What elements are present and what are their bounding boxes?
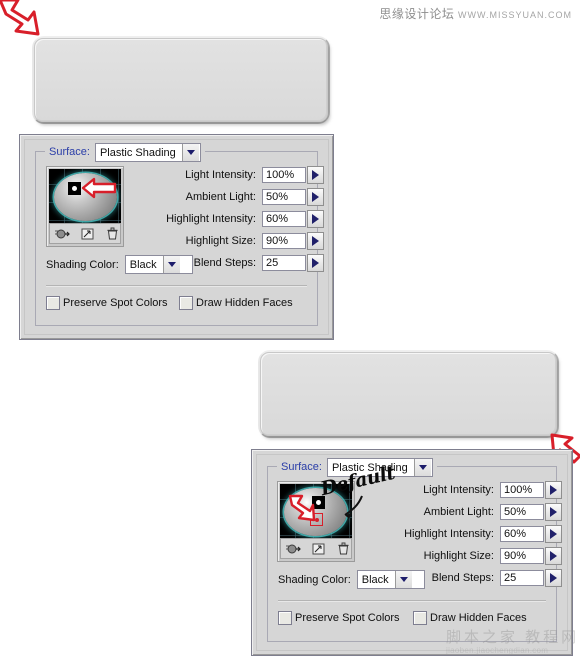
chevron-down-icon[interactable] xyxy=(413,458,431,476)
pointer-arrow-down-right-icon xyxy=(0,0,40,36)
field-label: Blend Steps: xyxy=(193,257,256,269)
watermark-top: 思缘设计论坛 WWW.MISSYUAN.COM xyxy=(379,5,572,22)
ambient-light-input[interactable]: 50% xyxy=(262,189,306,205)
surface-label-1: Surface: xyxy=(49,146,90,158)
highlight-intensity-stepper[interactable] xyxy=(307,210,324,228)
preserve-spot-colors-row-2[interactable]: Preserve Spot Colors xyxy=(278,611,400,625)
blend-steps-stepper[interactable] xyxy=(307,254,324,272)
new-light-icon[interactable] xyxy=(312,542,326,556)
panel-inner-2: Surface: Plastic Shading Light Intensity… xyxy=(256,454,568,651)
field-row[interactable]: Highlight Intensity: 60% xyxy=(365,525,562,543)
preview-toolbar-1[interactable] xyxy=(49,223,121,244)
shading-color-value-2: Black xyxy=(361,574,389,586)
surface-dialog-panel-2: Surface: Plastic Shading Light Intensity… xyxy=(251,449,573,656)
field-row[interactable]: Highlight Size: 90% xyxy=(365,547,562,565)
ambient-light-input[interactable]: 50% xyxy=(500,504,544,520)
shading-color-dropdown-2[interactable]: Black xyxy=(356,570,425,589)
field-label: Highlight Intensity: xyxy=(166,213,256,225)
light-intensity-stepper[interactable] xyxy=(307,166,324,184)
section-divider-1 xyxy=(46,285,307,286)
highlight-size-stepper[interactable] xyxy=(307,232,324,250)
surface-dialog-panel-1: Surface: Plastic Shading Light Intensity… xyxy=(19,134,334,340)
shading-color-label: Shading Color: xyxy=(278,573,351,586)
blend-steps-stepper[interactable] xyxy=(545,569,562,587)
new-light-direction-icon[interactable] xyxy=(286,542,301,556)
annotation-arrow-down-right-icon xyxy=(288,494,316,522)
new-light-icon[interactable] xyxy=(81,227,95,241)
field-row[interactable]: Highlight Intensity: 60% xyxy=(134,210,324,228)
field-label: Ambient Light: xyxy=(423,506,494,518)
section-divider-2 xyxy=(278,600,546,601)
watermark-top-en: WWW.MISSYUAN.COM xyxy=(458,10,572,20)
rounded-button-shape-1 xyxy=(32,36,330,124)
watermark-bottom-en: jiaoben.jiaochengdian.com xyxy=(446,646,549,655)
surface-group-1: Surface: Plastic Shading Light Intensity… xyxy=(35,142,324,326)
field-label: Ambient Light: xyxy=(185,191,256,203)
highlight-size-stepper[interactable] xyxy=(545,547,562,565)
rounded-button-shape-2 xyxy=(258,350,559,438)
field-row[interactable]: Light Intensity: 100% xyxy=(134,166,324,184)
blend-steps-input[interactable]: 25 xyxy=(500,570,544,586)
panel-inner-1: Surface: Plastic Shading Light Intensity… xyxy=(24,139,329,335)
light-preview-1[interactable] xyxy=(46,166,124,247)
draw-hidden-faces-row-1[interactable]: Draw Hidden Faces xyxy=(179,296,293,310)
watermark-bottom-cn: 脚本之家 教程网 xyxy=(446,629,580,646)
highlight-intensity-stepper[interactable] xyxy=(545,525,562,543)
ambient-light-stepper[interactable] xyxy=(545,503,562,521)
surface-dropdown-1[interactable]: Plastic Shading xyxy=(94,142,201,162)
default-annotation-pointer-icon xyxy=(344,495,363,519)
field-label: Light Intensity: xyxy=(423,484,494,496)
draw-hidden-faces-row-2[interactable]: Draw Hidden Faces xyxy=(413,611,527,625)
preview-stage-1 xyxy=(49,169,121,225)
shading-color-row-1: Shading Color: Black xyxy=(46,255,193,274)
watermark-bottom: 脚本之家 教程网 jiaoben.jiaochengdian.com xyxy=(446,630,578,658)
shading-color-label: Shading Color: xyxy=(46,258,119,271)
field-row[interactable]: Ambient Light: 50% xyxy=(134,188,324,206)
watermark-top-cn: 思缘设计论坛 xyxy=(379,7,455,21)
highlight-intensity-input[interactable]: 60% xyxy=(500,526,544,542)
chevron-down-icon[interactable] xyxy=(162,256,180,273)
preserve-spot-colors-row-1[interactable]: Preserve Spot Colors xyxy=(46,296,168,310)
light-intensity-input[interactable]: 100% xyxy=(262,167,306,183)
light-source-marker-1[interactable] xyxy=(68,182,81,195)
ambient-light-stepper[interactable] xyxy=(307,188,324,206)
draw-hidden-faces-checkbox[interactable] xyxy=(179,296,193,310)
surface-label-2: Surface: xyxy=(281,461,322,473)
chevron-down-icon[interactable] xyxy=(394,571,412,588)
surface-group-2: Surface: Plastic Shading Light Intensity… xyxy=(267,457,562,642)
delete-light-icon[interactable] xyxy=(106,227,120,241)
highlight-size-input[interactable]: 90% xyxy=(262,233,306,249)
highlight-intensity-input[interactable]: 60% xyxy=(262,211,306,227)
checkbox-label: Draw Hidden Faces xyxy=(430,612,527,624)
checkbox-label: Preserve Spot Colors xyxy=(63,297,168,309)
highlight-size-input[interactable]: 90% xyxy=(500,548,544,564)
light-intensity-input[interactable]: 100% xyxy=(500,482,544,498)
field-label: Blend Steps: xyxy=(431,572,494,584)
preserve-spot-colors-checkbox[interactable] xyxy=(278,611,292,625)
preview-toolbar-2[interactable] xyxy=(280,538,352,559)
delete-light-icon[interactable] xyxy=(337,542,351,556)
field-label: Light Intensity: xyxy=(185,169,256,181)
preserve-spot-colors-checkbox[interactable] xyxy=(46,296,60,310)
chevron-down-icon[interactable] xyxy=(181,143,199,161)
checkbox-label: Draw Hidden Faces xyxy=(196,297,293,309)
field-label: Highlight Size: xyxy=(185,235,256,247)
draw-hidden-faces-checkbox[interactable] xyxy=(413,611,427,625)
field-row[interactable]: Ambient Light: 50% xyxy=(365,503,562,521)
shading-color-value-1: Black xyxy=(129,259,157,271)
surface-legend-1: Surface: Plastic Shading xyxy=(45,142,205,162)
annotation-arrow-left-icon xyxy=(81,177,117,199)
surface-dropdown-value-1: Plastic Shading xyxy=(99,146,176,159)
field-label: Highlight Intensity: xyxy=(404,528,494,540)
field-label: Highlight Size: xyxy=(423,550,494,562)
shading-color-row-2: Shading Color: Black xyxy=(278,570,425,589)
shading-color-dropdown-1[interactable]: Black xyxy=(124,255,193,274)
new-light-direction-icon[interactable] xyxy=(55,227,70,241)
checkbox-label: Preserve Spot Colors xyxy=(295,612,400,624)
light-intensity-stepper[interactable] xyxy=(545,481,562,499)
field-row[interactable]: Highlight Size: 90% xyxy=(134,232,324,250)
blend-steps-input[interactable]: 25 xyxy=(262,255,306,271)
